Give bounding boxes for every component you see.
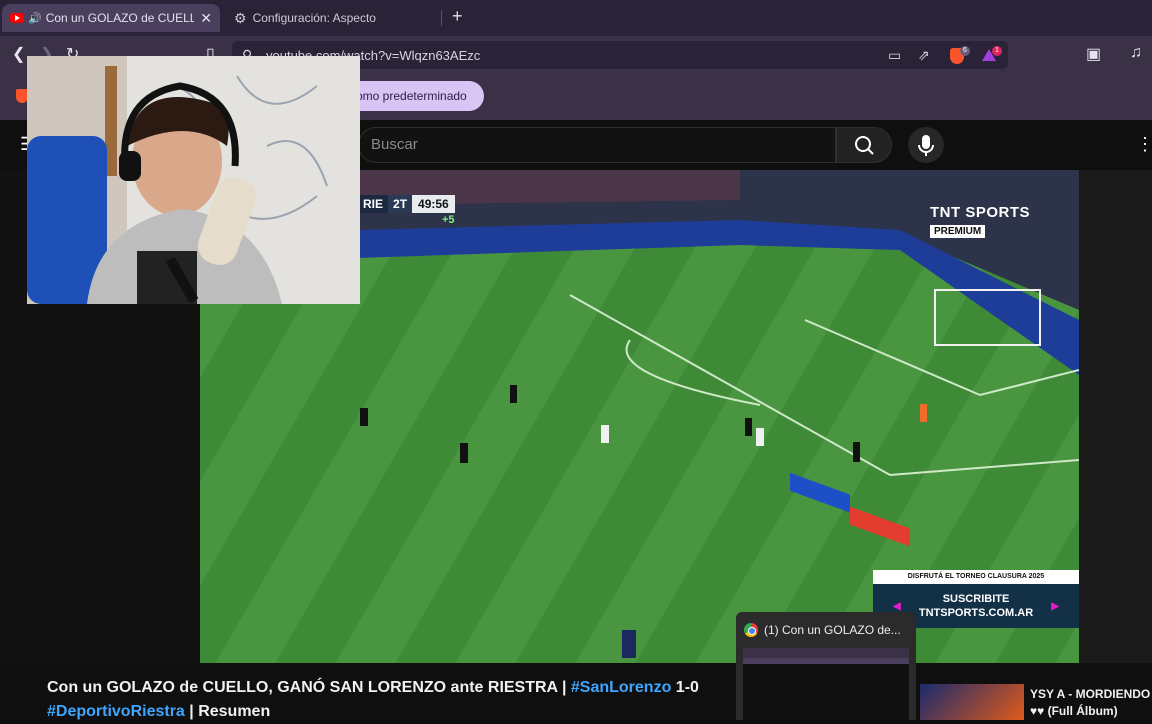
title-text: 1-0 — [671, 679, 699, 696]
network-tier: PREMIUM — [930, 225, 986, 238]
tnt-sports-logo: TNT SPORTS PREMIUM — [930, 204, 1030, 239]
tab-divider — [441, 10, 442, 26]
speaker-icon[interactable]: 🔊 — [28, 12, 42, 25]
webcam-overlay — [27, 56, 360, 304]
search-icon — [855, 136, 874, 155]
streamer-webcam-image — [27, 56, 360, 304]
sidebar-icon[interactable]: ▣ — [1086, 44, 1101, 64]
video-title: Con un GOLAZO de CUELLO, GANÓ SAN LORENZ… — [47, 676, 737, 724]
suggested-title-line: YSY A - MORDIENDO EL — [1030, 687, 1152, 701]
chrome-icon — [744, 623, 758, 637]
tab-youtube-video[interactable]: 🔊 Con un GOLAZO de CUELLO, GANÓ SAN LORE… — [2, 4, 220, 32]
taskbar-window-preview[interactable]: (1) Con un GOLAZO de... — [736, 612, 916, 720]
network-name: TNT SPORTS — [930, 204, 1031, 221]
shield-count-badge: 6 — [960, 46, 970, 56]
title-text: Con un GOLAZO de CUELLO, GANÓ SAN LORENZ… — [47, 679, 571, 696]
team-abbreviation: RIE — [358, 195, 389, 213]
voice-search-button[interactable] — [908, 127, 944, 163]
suggested-video-title[interactable]: YSY A - MORDIENDO EL ♥♥ (Full Álbum) — [1030, 686, 1152, 720]
match-half: 2T — [388, 195, 413, 213]
right-arrow-icon: ▶ — [1051, 601, 1059, 612]
promo-tournament: DISFRUTÁ EL TORNEO CLAUSURA 2025 — [873, 570, 1079, 584]
title-text: | Resumen — [184, 703, 271, 720]
search-input[interactable]: Buscar — [358, 127, 836, 163]
match-clock: 49:56 — [412, 195, 455, 213]
microphone-icon — [918, 135, 934, 156]
new-tab-button[interactable]: + — [452, 6, 463, 27]
browser-tab-strip: 🔊 Con un GOLAZO de CUELLO, GANÓ SAN LORE… — [0, 0, 1152, 36]
back-arrow-icon[interactable]: ❮ — [12, 44, 25, 64]
cast-icon[interactable]: ▭ — [888, 47, 901, 64]
preview-title: (1) Con un GOLAZO de... — [764, 623, 901, 637]
gear-icon: ⚙ — [234, 9, 247, 26]
hashtag-link[interactable]: #SanLorenzo — [571, 679, 671, 696]
tab-settings-appearance[interactable]: ⚙ Configuración: Aspecto — [226, 4, 442, 32]
close-tab-icon[interactable]: ✕ — [200, 10, 212, 27]
set-default-button[interactable]: omo predeterminado — [340, 81, 484, 111]
suggested-video-thumbnail[interactable] — [920, 684, 1024, 720]
scoreboard: RIE 2T 49:56 — [358, 195, 455, 213]
right-ambient-area — [1079, 170, 1152, 663]
tab-title: Con un GOLAZO de CUELLO, GANÓ SAN LORENZ… — [45, 11, 195, 25]
added-time: +5 — [442, 214, 455, 226]
promo-subscribe: SUSCRIBITE — [942, 593, 1010, 605]
music-note-icon[interactable]: ♫ — [1130, 44, 1142, 62]
more-options-icon[interactable]: ⋮ — [1136, 134, 1152, 155]
youtube-favicon-icon — [10, 13, 24, 23]
preview-thumbnail — [743, 648, 909, 720]
rewards-count-badge: 1 — [992, 46, 1002, 56]
share-icon[interactable]: ⇗ — [918, 47, 930, 64]
suggested-title-line: ♥♥ (Full Álbum) — [1030, 704, 1118, 718]
hashtag-link[interactable]: #DeportivoRiestra — [47, 703, 185, 720]
search-button[interactable] — [836, 127, 892, 163]
tab-title: Configuración: Aspecto — [252, 11, 376, 25]
